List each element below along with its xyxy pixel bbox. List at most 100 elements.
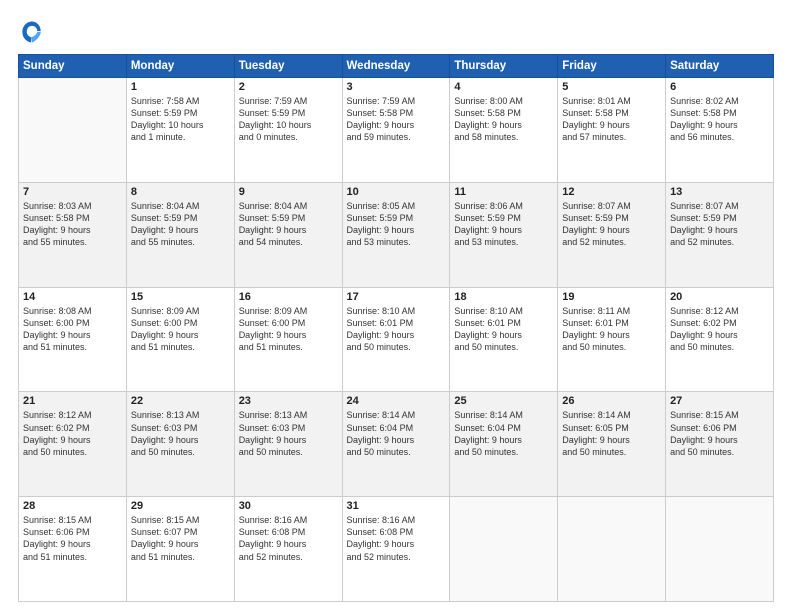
day-number: 2 bbox=[239, 81, 338, 93]
calendar-cell-4-2: 30 Sunrise: 8:16 AMSunset: 6:08 PMDayligh… bbox=[234, 497, 342, 602]
cell-info: Sunrise: 8:12 AMSunset: 6:02 PMDaylight:… bbox=[670, 305, 769, 354]
day-number: 24 bbox=[347, 395, 446, 407]
day-number: 29 bbox=[131, 500, 230, 512]
calendar-cell-1-4: 11 Sunrise: 8:06 AMSunset: 5:59 PMDayligh… bbox=[450, 182, 558, 287]
cell-info: Sunrise: 8:10 AMSunset: 6:01 PMDaylight:… bbox=[347, 305, 446, 354]
cell-info: Sunrise: 8:06 AMSunset: 5:59 PMDaylight:… bbox=[454, 200, 553, 249]
calendar-cell-1-0: 7 Sunrise: 8:03 AMSunset: 5:58 PMDaylight… bbox=[19, 182, 127, 287]
calendar-cell-2-6: 20 Sunrise: 8:12 AMSunset: 6:02 PMDayligh… bbox=[666, 287, 774, 392]
weekday-header-saturday: Saturday bbox=[666, 55, 774, 78]
calendar-row-3: 21 Sunrise: 8:12 AMSunset: 6:02 PMDayligh… bbox=[19, 392, 774, 497]
calendar-cell-4-0: 28Sunrise: 8:15 AMSunset: 6:06 PMDayligh… bbox=[19, 497, 127, 602]
calendar-cell-3-6: 27 Sunrise: 8:15 AMSunset: 6:06 PMDayligh… bbox=[666, 392, 774, 497]
cell-info: Sunrise: 8:00 AMSunset: 5:58 PMDaylight:… bbox=[454, 95, 553, 144]
weekday-header-friday: Friday bbox=[558, 55, 666, 78]
weekday-header-sunday: Sunday bbox=[19, 55, 127, 78]
day-number: 31 bbox=[347, 500, 446, 512]
calendar-cell-0-6: 6 Sunrise: 8:02 AMSunset: 5:58 PMDaylight… bbox=[666, 78, 774, 183]
day-number: 25 bbox=[454, 395, 553, 407]
cell-info: Sunrise: 7:58 AMSunset: 5:59 PMDaylight:… bbox=[131, 95, 230, 144]
calendar-cell-4-1: 29 Sunrise: 8:15 AMSunset: 6:07 PMDayligh… bbox=[126, 497, 234, 602]
cell-info: Sunrise: 8:05 AMSunset: 5:59 PMDaylight:… bbox=[347, 200, 446, 249]
day-number: 6 bbox=[670, 81, 769, 93]
day-number: 19 bbox=[562, 291, 661, 303]
cell-info: Sunrise: 8:10 AMSunset: 6:01 PMDaylight:… bbox=[454, 305, 553, 354]
calendar-cell-1-3: 10 Sunrise: 8:05 AMSunset: 5:59 PMDayligh… bbox=[342, 182, 450, 287]
weekday-header-wednesday: Wednesday bbox=[342, 55, 450, 78]
calendar-cell-1-5: 12 Sunrise: 8:07 AMSunset: 5:59 PMDayligh… bbox=[558, 182, 666, 287]
day-number: 11 bbox=[454, 186, 553, 198]
calendar-cell-2-2: 16 Sunrise: 8:09 AMSunset: 6:00 PMDayligh… bbox=[234, 287, 342, 392]
day-number: 1 bbox=[131, 81, 230, 93]
cell-info: Sunrise: 8:09 AMSunset: 6:00 PMDaylight:… bbox=[239, 305, 338, 354]
calendar-cell-4-4 bbox=[450, 497, 558, 602]
cell-info: Sunrise: 8:14 AMSunset: 6:05 PMDaylight:… bbox=[562, 409, 661, 458]
cell-info: Sunrise: 8:15 AMSunset: 6:07 PMDaylight:… bbox=[131, 514, 230, 563]
calendar-cell-2-4: 18 Sunrise: 8:10 AMSunset: 6:01 PMDayligh… bbox=[450, 287, 558, 392]
logo bbox=[18, 18, 50, 46]
cell-info: Sunrise: 8:04 AMSunset: 5:59 PMDaylight:… bbox=[131, 200, 230, 249]
weekday-header-row: SundayMondayTuesdayWednesdayThursdayFrid… bbox=[19, 55, 774, 78]
cell-info: Sunrise: 8:14 AMSunset: 6:04 PMDaylight:… bbox=[454, 409, 553, 458]
day-number: 15 bbox=[131, 291, 230, 303]
day-number: 4 bbox=[454, 81, 553, 93]
day-number: 14 bbox=[23, 291, 122, 303]
cell-info: Sunrise: 8:04 AMSunset: 5:59 PMDaylight:… bbox=[239, 200, 338, 249]
calendar-table: SundayMondayTuesdayWednesdayThursdayFrid… bbox=[18, 54, 774, 602]
cell-info: Sunrise: 8:01 AMSunset: 5:58 PMDaylight:… bbox=[562, 95, 661, 144]
calendar-cell-4-6 bbox=[666, 497, 774, 602]
day-number: 5 bbox=[562, 81, 661, 93]
cell-info: Sunrise: 8:16 AMSunset: 6:08 PMDaylight:… bbox=[347, 514, 446, 563]
day-number: 18 bbox=[454, 291, 553, 303]
calendar-row-1: 7 Sunrise: 8:03 AMSunset: 5:58 PMDaylight… bbox=[19, 182, 774, 287]
cell-info: Sunrise: 8:12 AMSunset: 6:02 PMDaylight:… bbox=[23, 409, 122, 458]
calendar-cell-4-3: 31 Sunrise: 8:16 AMSunset: 6:08 PMDayligh… bbox=[342, 497, 450, 602]
cell-info: Sunrise: 8:16 AMSunset: 6:08 PMDaylight:… bbox=[239, 514, 338, 563]
cell-info: Sunrise: 8:08 AMSunset: 6:00 PMDaylight:… bbox=[23, 305, 122, 354]
calendar-cell-0-3: 3 Sunrise: 7:59 AMSunset: 5:58 PMDaylight… bbox=[342, 78, 450, 183]
weekday-header-tuesday: Tuesday bbox=[234, 55, 342, 78]
day-number: 21 bbox=[23, 395, 122, 407]
day-number: 9 bbox=[239, 186, 338, 198]
page: SundayMondayTuesdayWednesdayThursdayFrid… bbox=[0, 0, 792, 612]
calendar-cell-3-3: 24Sunrise: 8:14 AMSunset: 6:04 PMDayligh… bbox=[342, 392, 450, 497]
day-number: 7 bbox=[23, 186, 122, 198]
day-number: 12 bbox=[562, 186, 661, 198]
day-number: 3 bbox=[347, 81, 446, 93]
day-number: 30 bbox=[239, 500, 338, 512]
calendar-cell-1-6: 13Sunrise: 8:07 AMSunset: 5:59 PMDayligh… bbox=[666, 182, 774, 287]
day-number: 23 bbox=[239, 395, 338, 407]
day-number: 8 bbox=[131, 186, 230, 198]
header bbox=[18, 18, 774, 46]
calendar-cell-0-4: 4 Sunrise: 8:00 AMSunset: 5:58 PMDaylight… bbox=[450, 78, 558, 183]
cell-info: Sunrise: 8:11 AMSunset: 6:01 PMDaylight:… bbox=[562, 305, 661, 354]
logo-icon bbox=[18, 18, 46, 46]
day-number: 26 bbox=[562, 395, 661, 407]
calendar-cell-3-2: 23 Sunrise: 8:13 AMSunset: 6:03 PMDayligh… bbox=[234, 392, 342, 497]
calendar-row-0: 1 Sunrise: 7:58 AMSunset: 5:59 PMDaylight… bbox=[19, 78, 774, 183]
cell-info: Sunrise: 8:07 AMSunset: 5:59 PMDaylight:… bbox=[670, 200, 769, 249]
cell-info: Sunrise: 8:02 AMSunset: 5:58 PMDaylight:… bbox=[670, 95, 769, 144]
day-number: 17 bbox=[347, 291, 446, 303]
weekday-header-monday: Monday bbox=[126, 55, 234, 78]
cell-info: Sunrise: 8:09 AMSunset: 6:00 PMDaylight:… bbox=[131, 305, 230, 354]
cell-info: Sunrise: 8:13 AMSunset: 6:03 PMDaylight:… bbox=[131, 409, 230, 458]
day-number: 20 bbox=[670, 291, 769, 303]
calendar-cell-0-0 bbox=[19, 78, 127, 183]
cell-info: Sunrise: 8:07 AMSunset: 5:59 PMDaylight:… bbox=[562, 200, 661, 249]
day-number: 16 bbox=[239, 291, 338, 303]
day-number: 27 bbox=[670, 395, 769, 407]
cell-info: Sunrise: 8:13 AMSunset: 6:03 PMDaylight:… bbox=[239, 409, 338, 458]
calendar-cell-3-5: 26 Sunrise: 8:14 AMSunset: 6:05 PMDayligh… bbox=[558, 392, 666, 497]
calendar-row-2: 14 Sunrise: 8:08 AMSunset: 6:00 PMDayligh… bbox=[19, 287, 774, 392]
cell-info: Sunrise: 7:59 AMSunset: 5:58 PMDaylight:… bbox=[347, 95, 446, 144]
calendar-cell-3-1: 22Sunrise: 8:13 AMSunset: 6:03 PMDayligh… bbox=[126, 392, 234, 497]
calendar-cell-2-1: 15 Sunrise: 8:09 AMSunset: 6:00 PMDayligh… bbox=[126, 287, 234, 392]
day-number: 28 bbox=[23, 500, 122, 512]
calendar-cell-2-5: 19 Sunrise: 8:11 AMSunset: 6:01 PMDayligh… bbox=[558, 287, 666, 392]
calendar-cell-0-1: 1 Sunrise: 7:58 AMSunset: 5:59 PMDaylight… bbox=[126, 78, 234, 183]
day-number: 10 bbox=[347, 186, 446, 198]
cell-info: Sunrise: 8:15 AMSunset: 6:06 PMDaylight:… bbox=[670, 409, 769, 458]
calendar-cell-2-3: 17 Sunrise: 8:10 AMSunset: 6:01 PMDayligh… bbox=[342, 287, 450, 392]
cell-info: Sunrise: 8:03 AMSunset: 5:58 PMDaylight:… bbox=[23, 200, 122, 249]
